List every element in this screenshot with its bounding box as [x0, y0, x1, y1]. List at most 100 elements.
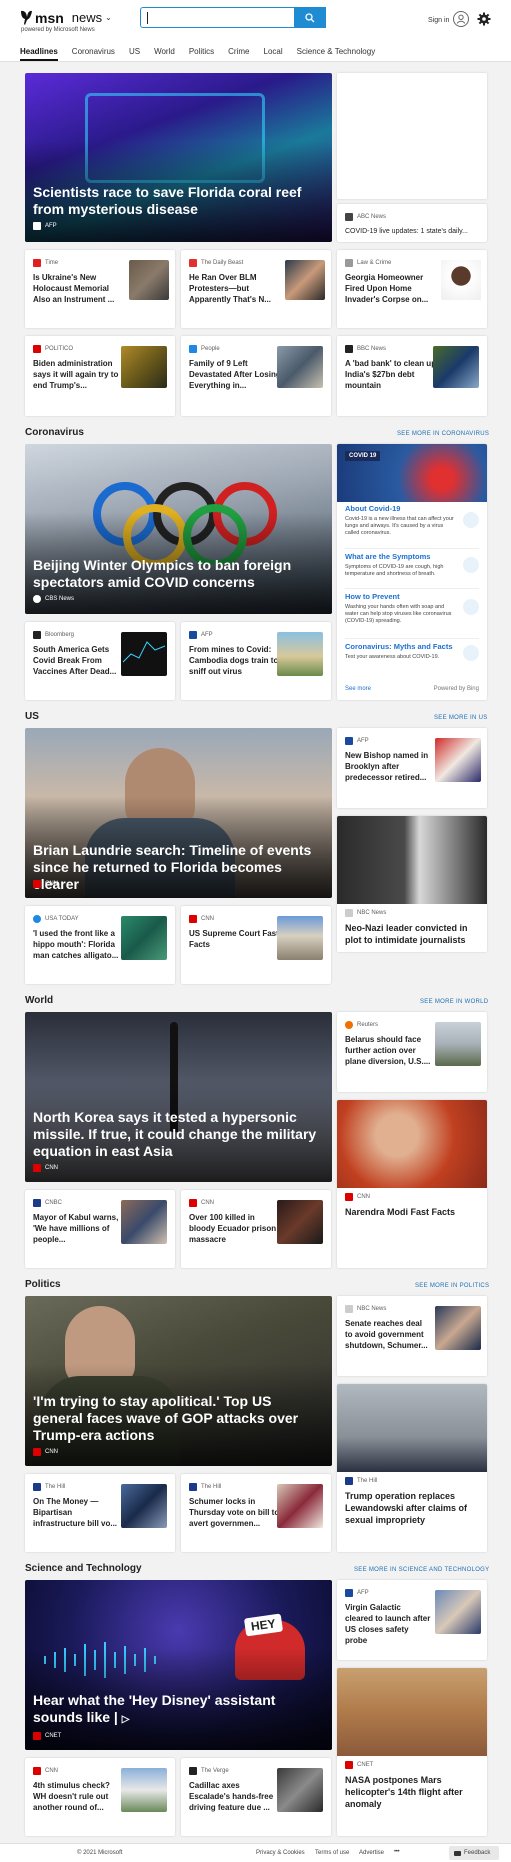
news-card[interactable]: Bloomberg South America Gets Covid Break… [25, 622, 175, 700]
news-card[interactable]: The Hill On The Money — Bipartisan infra… [25, 1474, 175, 1552]
news-card-large[interactable]: CNN Narendra Modi Fast Facts [337, 1100, 487, 1268]
terms-link[interactable]: Terms of use [315, 1850, 349, 1856]
tab-science-technology[interactable]: Science & Technology [297, 47, 376, 61]
card-title: He Ran Over BLM Protesters—but Apparentl… [189, 273, 271, 304]
news-card[interactable]: The Verge Cadillac axes Escalade's hands… [181, 1758, 331, 1836]
feedback-button[interactable]: Feedback [449, 1846, 499, 1860]
see-more-world[interactable]: SEE MORE IN WORLD [420, 999, 488, 1005]
info-text: Symptoms of COVID-19 are cough, high tem… [345, 564, 444, 577]
hero-title: Hear what the 'Hey Disney' assistant sou… [33, 1692, 276, 1725]
covid-info-item[interactable]: What are the Symptoms Symptoms of COVID-… [345, 548, 479, 588]
card-image [337, 1100, 487, 1188]
play-icon[interactable]: ▷ [122, 1714, 130, 1725]
card-source: ABC News [345, 213, 386, 221]
tab-coronavirus[interactable]: Coronavirus [72, 47, 115, 61]
card-source: People [189, 345, 220, 353]
hero-source: CBS News [33, 595, 74, 603]
card-thumbnail [277, 916, 323, 960]
corona-hero-card[interactable]: Beijing Winter Olympics to ban foreign s… [25, 444, 332, 614]
hero-source: CNET [33, 1732, 61, 1740]
news-card[interactable]: USA TODAY 'I used the front like a hippo… [25, 906, 175, 984]
tab-world[interactable]: World [154, 47, 175, 61]
covid-info-item[interactable]: How to Prevent Washing your hands often … [345, 588, 479, 638]
tab-local[interactable]: Local [264, 47, 283, 61]
section-heading-science-technology: Science and Technology [25, 1563, 142, 1574]
card-source: Bloomberg [33, 631, 74, 639]
news-card[interactable]: AFP New Bishop named in Brooklyn after p… [337, 728, 487, 808]
card-source: AFP [189, 631, 213, 639]
sign-in-link[interactable]: Sign in [428, 17, 449, 24]
card-title: Is Ukraine's New Holocaust Memorial Also… [33, 273, 115, 304]
news-card[interactable]: AFP From mines to Covid: Cambodia dogs t… [181, 622, 331, 700]
news-card[interactable]: CNBC Mayor of Kabul warns, 'We have mill… [25, 1190, 175, 1268]
avatar-icon[interactable] [453, 11, 469, 27]
feedback-icon [454, 1850, 461, 1856]
news-card[interactable]: CNN Over 100 killed in bloody Ecuador pr… [181, 1190, 331, 1268]
text-cursor [147, 12, 148, 24]
card-title: NASA postpones Mars helicopter's 14th fl… [345, 1775, 463, 1809]
tab-politics[interactable]: Politics [189, 47, 214, 61]
footer: © 2021 Microsoft Privacy & Cookies Terms… [0, 1843, 511, 1862]
card-title: From mines to Covid: Cambodia dogs train… [189, 645, 279, 676]
card-thumbnail [121, 916, 167, 960]
see-more-link[interactable]: See more [345, 686, 371, 692]
covid-info-item[interactable]: Coronavirus: Myths and Facts Test your a… [345, 638, 479, 668]
advertise-link[interactable]: Advertise [359, 1850, 384, 1856]
card-title: Virgin Galactic cleared to launch after … [345, 1603, 431, 1645]
info-text: Washing your hands often with soap and w… [345, 604, 452, 624]
more-options-icon[interactable]: • • • [394, 1849, 400, 1855]
card-thumbnail [121, 632, 167, 676]
hero-title: Scientists race to save Florida coral re… [33, 184, 302, 217]
news-card[interactable]: People Family of 9 Left Devastated After… [181, 336, 331, 416]
news-card[interactable]: Law & Crime Georgia Homeowner Fired Upon… [337, 250, 487, 328]
hero-source: CNN [33, 880, 58, 888]
us-hero-card[interactable]: Brian Laundrie search: Timeline of event… [25, 728, 332, 898]
world-hero-card[interactable]: North Korea says it tested a hypersonic … [25, 1012, 332, 1182]
msn-logo[interactable]: msn news ⌄ [20, 9, 112, 26]
privacy-link[interactable]: Privacy & Cookies [256, 1850, 305, 1856]
news-card[interactable]: Reuters Belarus should face further acti… [337, 1012, 487, 1092]
tab-headlines[interactable]: Headlines [20, 47, 58, 61]
news-card-large[interactable]: The Hill Trump operation replaces Lewand… [337, 1384, 487, 1552]
gear-icon[interactable] [477, 12, 491, 26]
brand-name: msn [35, 9, 64, 26]
news-card[interactable]: BBC News A 'bad bank' to clean up India'… [337, 336, 487, 416]
card-source: CNN [33, 1767, 58, 1775]
news-card[interactable]: NBC News Senate reaches deal to avoid go… [337, 1296, 487, 1376]
news-card[interactable]: AFP Virgin Galactic cleared to launch af… [337, 1580, 487, 1660]
news-card[interactable]: POLITICO Biden administration says it wi… [25, 336, 175, 416]
top-hero-card[interactable]: Scientists race to save Florida coral re… [25, 73, 332, 242]
card-thumbnail [121, 1768, 167, 1812]
covid-info-item[interactable]: About Covid-19 Covid-19 is a new illness… [345, 504, 479, 548]
see-more-politics[interactable]: SEE MORE IN POLITICS [415, 1283, 489, 1289]
news-card-large[interactable]: CNET NASA postpones Mars helicopter's 14… [337, 1668, 487, 1836]
politics-hero-card[interactable]: 'I'm trying to stay apolitical.' Top US … [25, 1296, 332, 1466]
info-title: Coronavirus: Myths and Facts [345, 642, 453, 651]
scitech-hero-card[interactable]: HEY Hear what the 'Hey Disney' assistant… [25, 1580, 332, 1750]
news-card[interactable]: The Hill Schumer locks in Thursday vote … [181, 1474, 331, 1552]
card-thumbnail [277, 1484, 323, 1528]
tab-us[interactable]: US [129, 47, 140, 61]
search-button[interactable] [294, 7, 326, 28]
news-card[interactable]: The Daily Beast He Ran Over BLM Proteste… [181, 250, 331, 328]
info-icon [463, 512, 479, 528]
news-card[interactable]: Time Is Ukraine's New Holocaust Memorial… [25, 250, 175, 328]
card-thumbnail [441, 260, 481, 300]
chevron-down-icon[interactable]: ⌄ [105, 13, 112, 22]
hero-title: 'I'm trying to stay apolitical.' Top US … [33, 1393, 299, 1443]
card-title: 'I used the front like a hippo mouth': F… [33, 929, 119, 960]
news-card[interactable]: CNN US Supreme Court Fast Facts [181, 906, 331, 984]
search-icon [305, 12, 315, 22]
powered-by: powered by Microsoft News [21, 27, 95, 33]
card-title: Senate reaches deal to avoid government … [345, 1319, 428, 1350]
see-more-coronavirus[interactable]: SEE MORE IN CORONAVIRUS [397, 431, 489, 437]
see-more-us[interactable]: SEE MORE IN US [434, 715, 488, 721]
see-more-science-technology[interactable]: SEE MORE IN SCIENCE AND TECHNOLOGY [354, 1567, 489, 1573]
news-card[interactable]: CNN 4th stimulus check? WH doesn't rule … [25, 1758, 175, 1836]
covid-badge: COVID 19 [345, 451, 381, 461]
tab-crime[interactable]: Crime [228, 47, 249, 61]
card-source: AFP [345, 1589, 369, 1597]
news-card-large[interactable]: NBC News Neo-Nazi leader convicted in pl… [337, 816, 487, 952]
card-image [337, 1668, 487, 1756]
top-side-card[interactable]: ABC News COVID-19 live updates: 1 state'… [337, 204, 487, 242]
